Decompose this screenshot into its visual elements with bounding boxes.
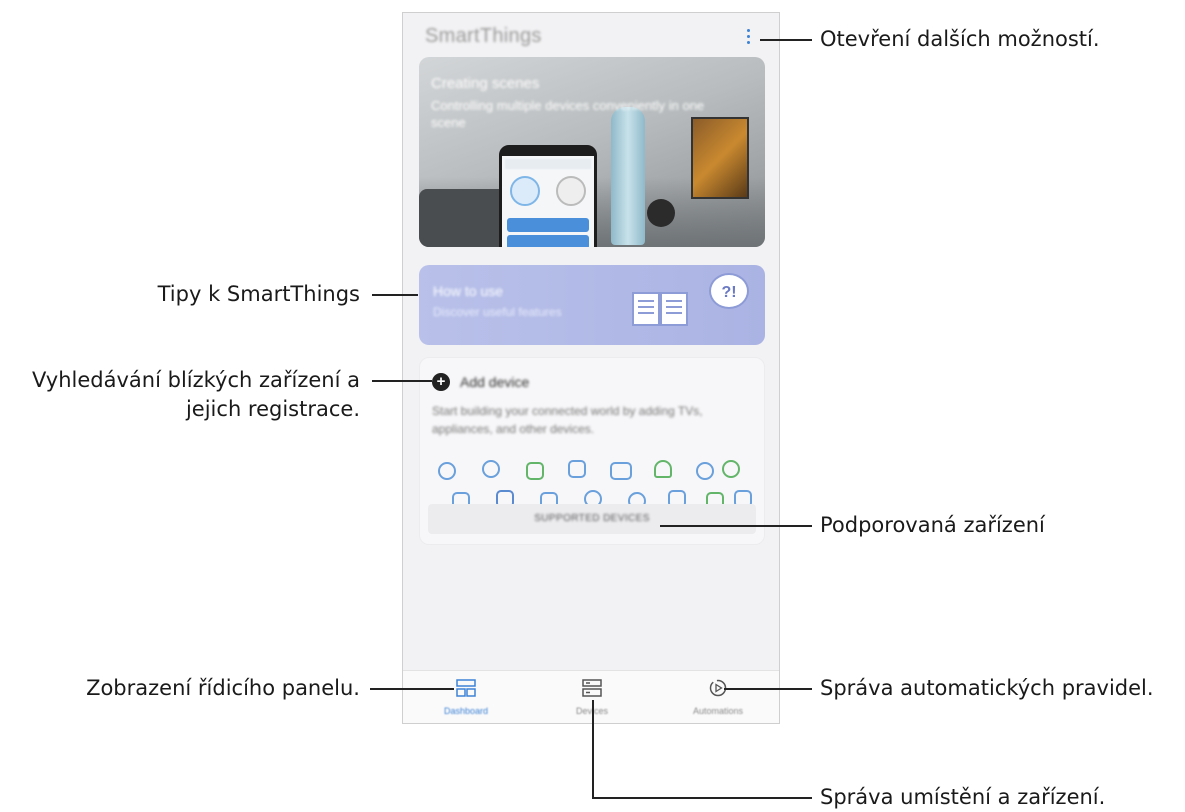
camera-icon [438,462,456,480]
callout-supported-devices: Podporovaná zařízení [820,513,1045,537]
callout-dashboard: Zobrazení řídicího panelu. [86,676,360,700]
tips-subtitle: Discover useful features [433,305,562,319]
callout-line-automations [724,688,812,690]
hero-card[interactable]: Creating scenes Controlling multiple dev… [419,57,765,247]
plus-icon[interactable]: + [432,373,450,391]
book-icon [632,292,688,326]
plug-icon [696,462,714,480]
headphones-icon [654,460,672,478]
callout-devices: Správa umístění a zařízení. [820,785,1106,809]
more-options-icon[interactable] [745,27,751,47]
tab-automations[interactable]: Automations [655,671,779,723]
callout-line-add-device [372,380,432,382]
hero-heading: Creating scenes [431,75,540,92]
app-title: SmartThings [425,25,542,47]
robot-vacuum-icon [722,460,740,478]
callout-add-device-line2: jejich registrace. [185,397,360,421]
callout-line-more-options [760,39,812,41]
callout-more-options: Otevření dalších možností. [820,27,1100,51]
devices-icon [582,679,602,697]
supported-devices-button[interactable]: SUPPORTED DEVICES [428,504,756,534]
bottom-nav: Dashboard Devices Automations [403,670,779,723]
callout-line-supported [660,525,812,527]
callout-line-devices-vertical [592,700,594,799]
dashboard-icon [456,679,476,697]
speaker-icon [526,462,544,480]
remote-icon [568,460,586,478]
callout-automations: Správa automatických pravidel. [820,676,1154,700]
callout-tips: Tipy k SmartThings [157,282,360,306]
tab-automations-label: Automations [692,706,744,716]
bulb-icon [482,460,500,478]
add-device-title[interactable]: Add device [460,374,529,390]
phone-screen: SmartThings Creating scenes Controlling … [402,12,780,724]
callout-add-device-line1: Vyhledávání blízkých zařízení a [32,368,360,392]
callout-line-dashboard [370,688,454,690]
tv-icon [610,462,632,480]
tips-card[interactable]: How to use Discover useful features ?! [419,265,765,345]
tab-dashboard[interactable]: Dashboard [403,671,529,723]
callout-line-devices-horizontal [592,797,812,799]
question-bubble-icon: ?! [709,273,749,309]
add-device-description: Start building your connected world by a… [432,404,703,436]
add-device-card[interactable]: + Add device Start building your connect… [419,357,765,545]
hero-subtitle: Controlling multiple devices convenientl… [431,98,705,130]
speaker-image [647,199,675,227]
tab-dashboard-label: Dashboard [443,706,489,716]
callout-line-tips [372,294,418,296]
sofa-image [419,189,509,247]
phone-mockup-image [499,145,597,247]
tips-title: How to use [433,283,504,299]
